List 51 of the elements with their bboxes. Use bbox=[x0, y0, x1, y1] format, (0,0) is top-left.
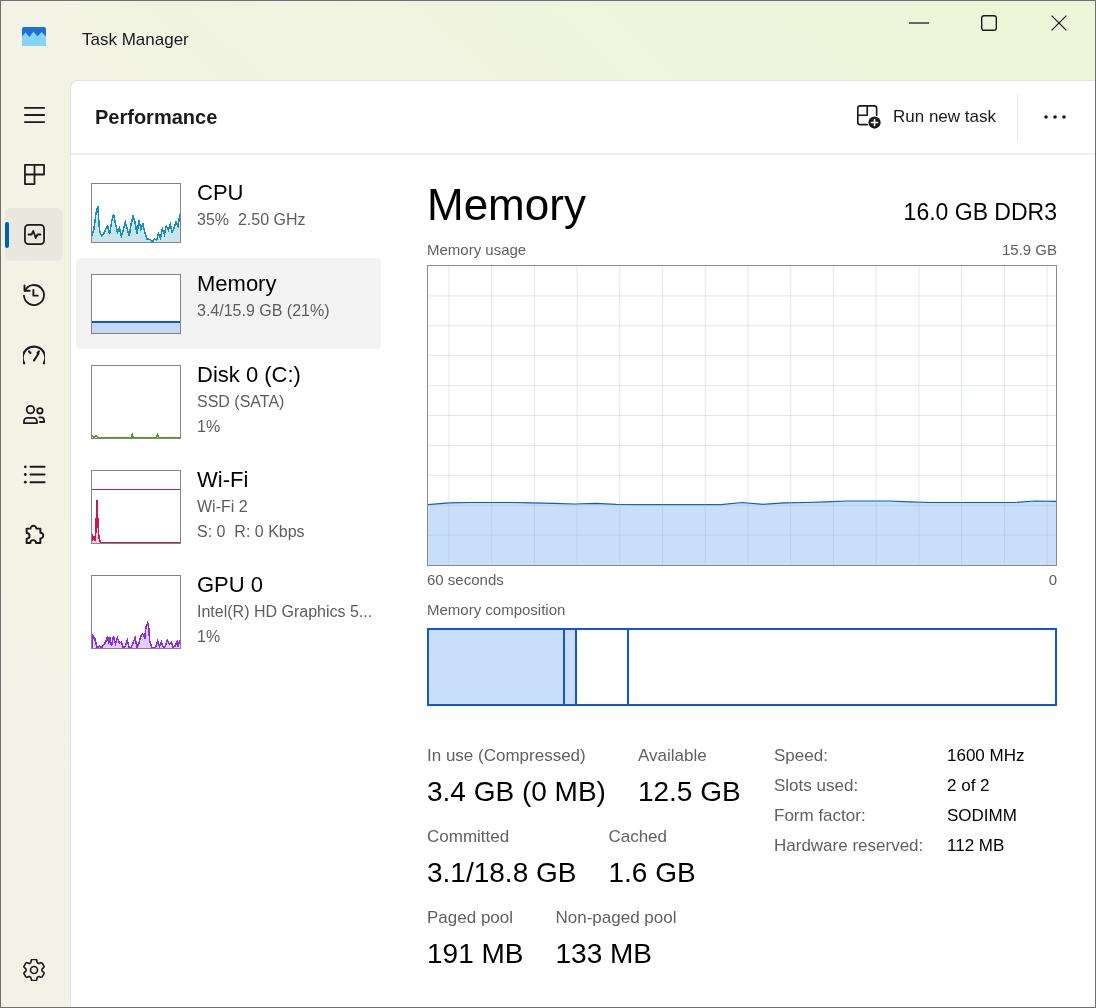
stat-label: Cached bbox=[608, 826, 669, 848]
graph-max-label: 15.9 GB bbox=[1001, 240, 1057, 260]
resource-item[interactable]: GPU 0 Intel(R) HD Graphics 5... 1% bbox=[76, 559, 381, 664]
stat-value: 1.6 GB bbox=[608, 856, 696, 890]
section-label: Memory composition bbox=[427, 600, 567, 620]
resource-item[interactable]: Memory 3.4/15.9 GB (21%) bbox=[76, 258, 381, 349]
stat-value: 191 MB bbox=[427, 937, 524, 971]
stat-label: In use (Compressed) bbox=[427, 745, 587, 767]
stat-label: Available bbox=[637, 745, 708, 767]
close-icon bbox=[1051, 15, 1067, 31]
minimize-icon bbox=[909, 22, 929, 24]
property-value: 1600 MHz bbox=[947, 745, 1025, 767]
menu-icon bbox=[22, 106, 46, 123]
history-icon bbox=[23, 283, 45, 306]
property-value: 2 of 2 bbox=[947, 775, 991, 797]
time-span-label: 60 seconds bbox=[427, 570, 504, 590]
stat-label: Paged pool bbox=[427, 907, 515, 929]
stat-value: 12.5 GB bbox=[637, 775, 741, 809]
resource-item[interactable]: Disk 0 (C:) SSD (SATA) 1% bbox=[76, 349, 381, 454]
property-label: Form factor: bbox=[774, 805, 867, 827]
page-title: Performance bbox=[95, 105, 218, 130]
run-new-task-button[interactable]: Run new task bbox=[847, 97, 1006, 137]
stat-label: Non-paged pool bbox=[555, 907, 677, 929]
stat-value: 3.4 GB (0 MB) bbox=[427, 775, 606, 809]
graph-title: Memory usage bbox=[427, 240, 527, 260]
property-label: Hardware reserved: bbox=[774, 835, 925, 857]
property-value: SODIMM bbox=[947, 805, 1018, 827]
list-icon bbox=[22, 465, 46, 484]
speedometer-icon bbox=[23, 344, 45, 365]
time-end-label: 0 bbox=[1048, 570, 1057, 590]
pulse-icon bbox=[23, 224, 45, 245]
selection-indicator bbox=[5, 222, 9, 248]
property-value: 112 MB bbox=[947, 835, 1006, 857]
detail-title: Memory bbox=[427, 179, 586, 231]
window-title: Task Manager bbox=[82, 29, 189, 51]
stat-value: 3.1/18.8 GB bbox=[427, 856, 577, 890]
tiles-icon bbox=[23, 164, 45, 185]
settings-icon bbox=[23, 958, 45, 981]
property-label: Slots used: bbox=[774, 775, 860, 797]
more-icon bbox=[1044, 115, 1066, 119]
resource-item[interactable]: Wi-Fi Wi-Fi 2 S: 0 R: 0 Kbps bbox=[76, 454, 381, 559]
nav-item[interactable] bbox=[5, 208, 63, 261]
resource-item[interactable]: CPU 35% 2.50 GHz bbox=[76, 167, 381, 258]
users-icon bbox=[23, 404, 45, 425]
app-icon bbox=[22, 27, 46, 46]
stat-value: 133 MB bbox=[555, 937, 653, 971]
stat-label: Committed bbox=[427, 826, 511, 848]
memory-spec: 16.0 GB DDR3 bbox=[903, 198, 1057, 227]
app-add-icon bbox=[857, 105, 881, 129]
maximize-icon bbox=[981, 15, 997, 31]
property-label: Speed: bbox=[774, 745, 829, 767]
